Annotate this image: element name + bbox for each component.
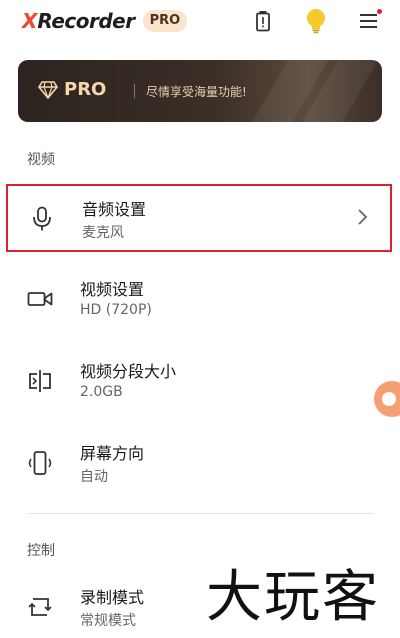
item-subtitle: 2.0GB [80, 384, 123, 400]
item-subtitle: 麦克风 [82, 225, 124, 241]
lightbulb-icon[interactable] [303, 8, 329, 34]
chevron-right-icon [356, 208, 368, 230]
screen-orientation-item[interactable]: 屏幕方向 自动 [6, 430, 392, 496]
item-subtitle: 常规模式 [80, 613, 136, 629]
battery-alert-icon[interactable] [250, 8, 276, 34]
banner-tagline: 尽情享受海量功能! [146, 85, 247, 99]
menu-icon[interactable] [357, 8, 383, 34]
item-subtitle: HD (720P) [80, 302, 152, 318]
app-logo: X Recorder PRO [22, 8, 188, 34]
screen-rotation-icon [26, 449, 54, 477]
section-label-video: 视频 [27, 152, 55, 168]
logo-text: Recorder [37, 9, 135, 33]
pro-upgrade-banner[interactable]: PRO 尽情享受海量功能! [18, 60, 382, 122]
notification-dot [377, 9, 382, 14]
item-title: 视频设置 [80, 280, 145, 299]
microphone-icon [28, 205, 56, 233]
pro-badge[interactable]: PRO [142, 10, 188, 32]
logo-x: X [22, 9, 38, 33]
video-settings-item[interactable]: 视频设置 HD (720P) [6, 266, 392, 332]
item-title: 录制模式 [80, 588, 145, 607]
settings-screen: X Recorder PRO PRO 尽情享受海量功能! 视频 音频设置 麦克风… [0, 0, 400, 638]
section-divider [27, 513, 374, 514]
record-dot-icon [382, 392, 396, 406]
section-label-control: 控制 [27, 543, 55, 559]
item-subtitle: 自动 [80, 469, 108, 485]
app-header: X Recorder PRO [0, 0, 400, 44]
split-icon [26, 367, 54, 395]
item-title: 音频设置 [82, 200, 147, 219]
diamond-icon [38, 81, 58, 103]
video-camera-icon [26, 285, 54, 313]
banner-divider [134, 84, 135, 98]
item-title: 视频分段大小 [80, 362, 177, 381]
video-segment-size-item[interactable]: 视频分段大小 2.0GB [6, 348, 392, 414]
audio-settings-item[interactable]: 音频设置 麦克风 [6, 184, 392, 252]
record-mode-icon [26, 593, 54, 621]
item-title: 屏幕方向 [80, 444, 145, 463]
watermark: 大玩客 [206, 565, 380, 630]
banner-pro-label: PRO [64, 79, 107, 100]
